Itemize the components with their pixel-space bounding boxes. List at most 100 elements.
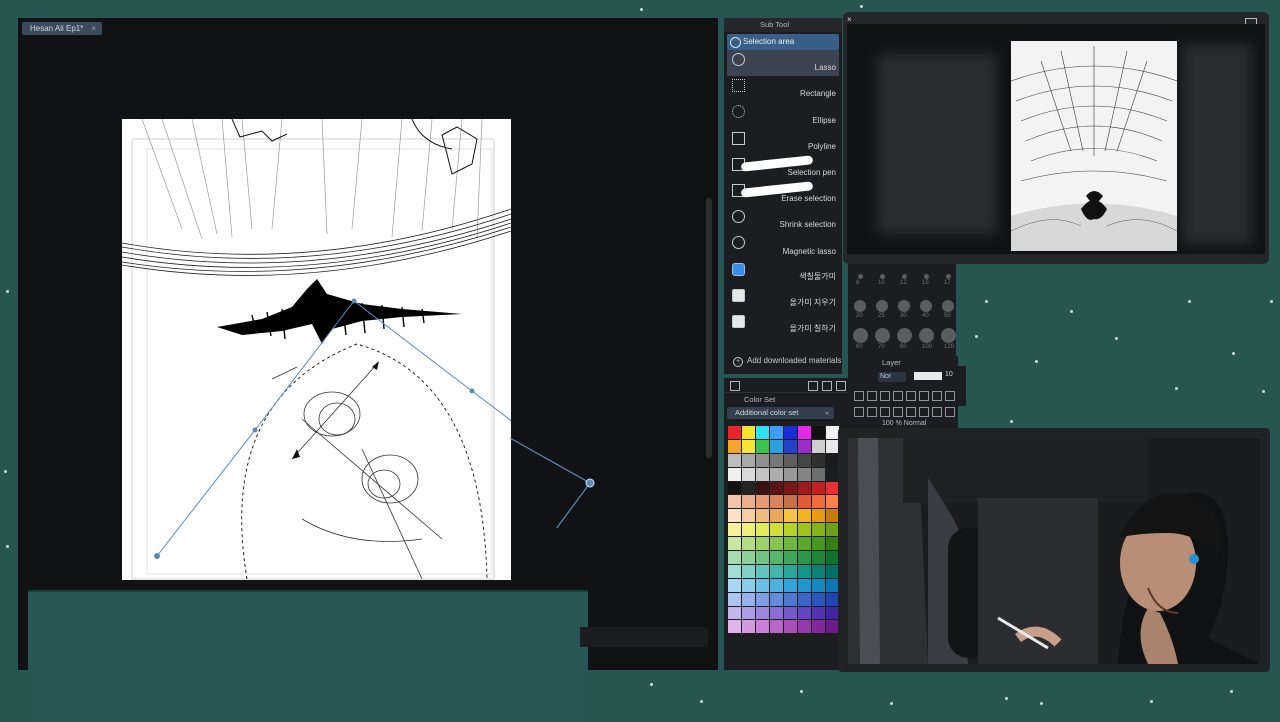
color-swatch[interactable] — [798, 495, 811, 509]
brush-size-dot[interactable] — [945, 273, 951, 279]
opacity-slider[interactable] — [914, 372, 942, 380]
brush-size-dot[interactable] — [898, 300, 910, 312]
color-swatch[interactable] — [784, 551, 797, 564]
delete-icon[interactable] — [836, 381, 846, 391]
color-swatch[interactable] — [728, 537, 741, 551]
brush-size-dot[interactable] — [942, 300, 954, 312]
brush-size-dot[interactable] — [879, 273, 885, 279]
subtool-item[interactable]: Lasso — [727, 50, 839, 77]
color-swatch[interactable] — [756, 537, 769, 551]
color-swatch[interactable] — [812, 481, 825, 495]
color-swatch[interactable] — [784, 523, 797, 537]
color-swatch[interactable] — [812, 606, 825, 620]
color-swatch[interactable] — [784, 592, 797, 606]
new-layer-icon[interactable] — [808, 381, 818, 391]
color-swatch[interactable] — [812, 453, 825, 467]
color-swatch[interactable] — [812, 537, 825, 551]
color-swatch[interactable] — [784, 578, 797, 592]
color-swatch[interactable] — [770, 551, 783, 564]
color-swatch[interactable] — [798, 481, 811, 495]
color-swatch[interactable] — [784, 620, 797, 634]
brush-size-dot[interactable] — [876, 300, 888, 312]
brush-size-dot[interactable] — [923, 273, 929, 279]
brush-size-dot[interactable] — [940, 327, 956, 343]
color-swatch[interactable] — [742, 509, 755, 523]
navigator-close-icon[interactable]: × — [847, 15, 852, 24]
close-tab-icon[interactable]: × — [91, 24, 96, 33]
color-swatch[interactable] — [812, 523, 825, 537]
color-swatch[interactable] — [784, 606, 797, 620]
color-swatch[interactable] — [728, 564, 741, 578]
subtool-item[interactable]: Selection pen — [727, 155, 839, 181]
color-swatch[interactable] — [798, 509, 811, 523]
new-folder-icon[interactable] — [822, 381, 832, 391]
color-swatch[interactable] — [728, 606, 741, 620]
brush-size-dot[interactable] — [901, 273, 907, 279]
drawing-canvas[interactable] — [122, 119, 511, 580]
subtool-group-selection[interactable]: Selection area — [727, 34, 839, 50]
color-swatch[interactable] — [798, 592, 811, 606]
subtool-item[interactable]: Rectangle — [727, 76, 839, 102]
color-swatch[interactable] — [756, 551, 769, 564]
color-swatch[interactable] — [756, 620, 769, 634]
color-swatch[interactable] — [770, 467, 783, 481]
color-swatch[interactable] — [728, 439, 741, 453]
color-swatch[interactable] — [798, 537, 811, 551]
subtool-item[interactable]: Erase selection — [727, 181, 839, 207]
color-swatch[interactable] — [784, 537, 797, 551]
color-swatch[interactable] — [770, 523, 783, 537]
color-swatch[interactable] — [756, 564, 769, 578]
color-swatch[interactable] — [756, 606, 769, 620]
color-swatch[interactable] — [728, 467, 741, 481]
color-swatch[interactable] — [728, 481, 741, 495]
brush-size-dot[interactable] — [896, 327, 912, 343]
color-swatch[interactable] — [770, 439, 783, 453]
color-swatch[interactable] — [798, 578, 811, 592]
color-swatch[interactable] — [784, 439, 797, 453]
color-swatch[interactable] — [728, 426, 741, 439]
subtool-item[interactable]: 올가미 칠하기 — [727, 312, 839, 338]
color-swatch[interactable] — [742, 439, 755, 453]
brush-size-dot[interactable] — [857, 273, 863, 279]
color-swatch[interactable] — [798, 426, 811, 439]
subtool-item[interactable]: Magnetic lasso — [727, 233, 839, 259]
color-swatch[interactable] — [756, 578, 769, 592]
layer-toolbar-row2[interactable] — [854, 404, 958, 417]
color-swatch[interactable] — [756, 481, 769, 495]
color-swatch[interactable] — [742, 620, 755, 634]
color-swatch[interactable] — [742, 481, 755, 495]
color-swatch[interactable] — [756, 592, 769, 606]
color-swatch[interactable] — [798, 551, 811, 564]
color-swatch[interactable] — [728, 620, 741, 634]
color-swatch[interactable] — [812, 426, 825, 439]
brush-size-dot[interactable] — [854, 300, 866, 312]
color-swatch[interactable] — [812, 495, 825, 509]
color-swatch[interactable] — [770, 592, 783, 606]
color-swatch[interactable] — [812, 620, 825, 634]
color-swatch[interactable] — [784, 467, 797, 481]
brush-size-dot[interactable] — [920, 300, 932, 312]
color-swatch[interactable] — [756, 467, 769, 481]
color-swatch[interactable] — [798, 467, 811, 481]
color-swatch[interactable] — [742, 564, 755, 578]
subtool-item[interactable]: 올가미 지우기 — [727, 286, 839, 312]
color-swatch[interactable] — [784, 509, 797, 523]
color-swatch[interactable] — [742, 426, 755, 439]
color-swatch[interactable] — [742, 578, 755, 592]
color-swatch[interactable] — [812, 467, 825, 481]
color-swatch[interactable] — [770, 481, 783, 495]
color-swatch[interactable] — [728, 551, 741, 564]
color-swatch[interactable] — [798, 564, 811, 578]
color-swatch[interactable] — [770, 426, 783, 439]
subtool-item[interactable]: Shrink selection — [727, 207, 839, 233]
color-swatch[interactable] — [770, 564, 783, 578]
layer-row[interactable]: 100 % Normal — [882, 420, 926, 427]
color-swatch[interactable] — [728, 495, 741, 509]
color-swatch[interactable] — [784, 564, 797, 578]
copy-icon[interactable] — [730, 381, 740, 391]
subtool-item[interactable]: 색칠둘가미 — [727, 260, 839, 286]
color-swatch[interactable] — [784, 481, 797, 495]
color-swatch[interactable] — [812, 592, 825, 606]
color-swatch[interactable] — [756, 426, 769, 439]
color-swatch[interactable] — [798, 453, 811, 467]
